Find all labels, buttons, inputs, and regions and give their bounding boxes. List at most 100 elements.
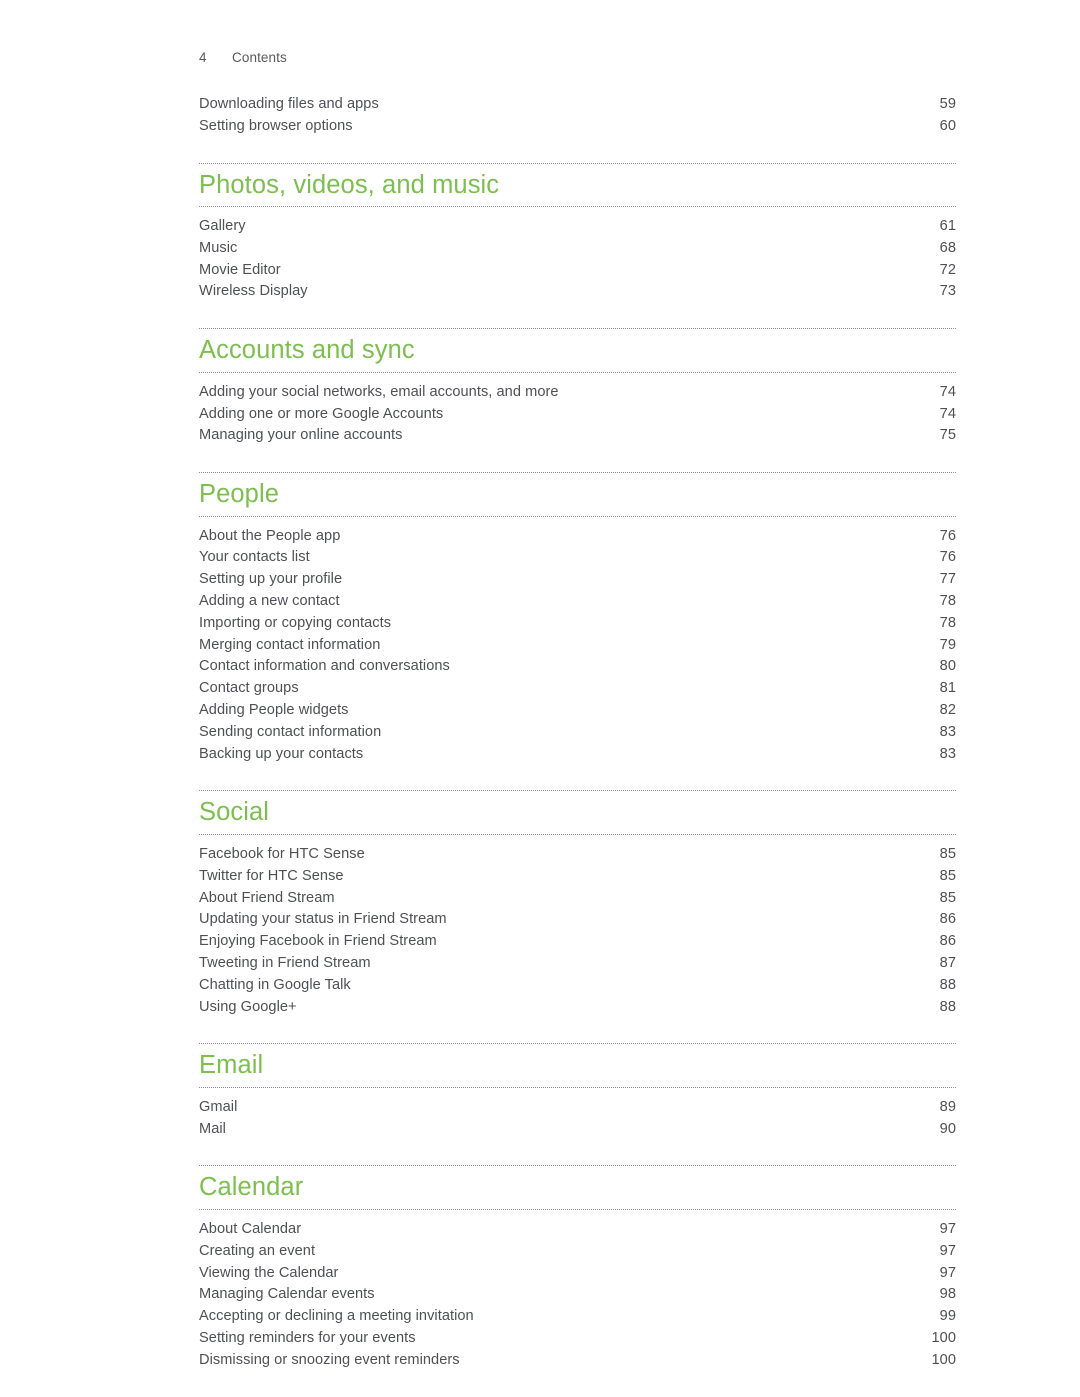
toc-entry-label: Contact groups (199, 680, 299, 697)
toc-entry[interactable]: Adding a new contact 78 (199, 591, 956, 613)
toc-entry-page-number: 85 (939, 889, 956, 906)
toc-entry-page-number: 88 (939, 998, 956, 1015)
sections-container: Photos, videos, and music Gallery 61 Music 6… (199, 162, 956, 1372)
toc-entry-page-number: 85 (939, 867, 956, 884)
section-heading[interactable]: People (199, 473, 956, 516)
toc-entry-label: Contact information and conversations (199, 658, 450, 675)
toc-entry-page-number: 73 (939, 283, 956, 300)
toc-section: Photos, videos, and music Gallery 61 Music 6… (199, 162, 956, 304)
toc-entry-label: Updating your status in Friend Stream (199, 911, 447, 928)
toc-entry-page-number: 61 (939, 218, 956, 235)
toc-entry[interactable]: Updating your status in Friend Stream 86 (199, 909, 956, 931)
toc-entry[interactable]: Chatting in Google Talk 88 (199, 975, 956, 997)
section-heading[interactable]: Calendar (199, 1166, 956, 1209)
toc-section: People About the People app 76 Your contact… (199, 472, 956, 765)
toc-entry[interactable]: Contact groups 81 (199, 678, 956, 700)
running-head-title: Contents (232, 50, 287, 65)
toc-section: Accounts and sync Adding your social netw… (199, 328, 956, 447)
toc-entry-label: Using Google+ (199, 998, 297, 1015)
toc-entry[interactable]: Twitter for HTC Sense 85 (199, 866, 956, 888)
toc-entry-label: About Calendar (199, 1220, 302, 1237)
toc-entry[interactable]: Gallery 61 (199, 216, 956, 238)
toc-entry-page-number: 78 (939, 614, 956, 631)
section-heading[interactable]: Social (199, 791, 956, 834)
toc-entry-page-number: 83 (939, 723, 956, 740)
toc-entry-label: About the People app (199, 527, 341, 544)
toc-entry[interactable]: Setting up your profile 77 (199, 569, 956, 591)
toc-entry-page-number: 77 (939, 571, 956, 588)
toc-entry-label: Gmail (199, 1098, 238, 1115)
toc-entry-label: Enjoying Facebook in Friend Stream (199, 933, 437, 950)
toc-entry[interactable]: Your contacts list 76 (199, 547, 956, 569)
toc-entry[interactable]: Accepting or declining a meeting invitat… (199, 1306, 956, 1328)
toc-entry[interactable]: Mail 90 (199, 1119, 956, 1141)
toc-entry[interactable]: Adding one or more Google Accounts 74 (199, 404, 956, 426)
section-entry-list: Gmail 89 Mail 90 (199, 1088, 956, 1141)
toc-entry-label: Movie Editor (199, 261, 281, 278)
toc-entry[interactable]: Managing Calendar events 98 (199, 1284, 956, 1306)
toc-entry-page-number: 60 (939, 117, 956, 134)
toc-entry[interactable]: Wireless Display 73 (199, 281, 956, 303)
toc-entry[interactable]: About Friend Stream 85 (199, 888, 956, 910)
section-entry-list: Adding your social networks, email accou… (199, 373, 956, 447)
toc-entry-page-number: 68 (939, 239, 956, 256)
toc-entry-page-number: 86 (939, 933, 956, 950)
toc-entry[interactable]: Enjoying Facebook in Friend Stream 86 (199, 931, 956, 953)
toc-entry-page-number: 76 (939, 549, 956, 566)
toc-entry[interactable]: Adding your social networks, email accou… (199, 382, 956, 404)
toc-entry[interactable]: Movie Editor 72 (199, 260, 956, 282)
toc-entry-page-number: 74 (939, 405, 956, 422)
section-heading[interactable]: Email (199, 1044, 956, 1087)
toc-entry[interactable]: Downloading files and apps 59 (199, 94, 956, 116)
toc-content-column: 4 Contents Downloading files and apps 59 S… (199, 0, 956, 1371)
toc-entry-page-number: 79 (939, 636, 956, 653)
toc-entry[interactable]: Sending contact information 83 (199, 722, 956, 744)
toc-entry-label: Chatting in Google Talk (199, 976, 351, 993)
toc-entry-page-number: 80 (939, 658, 956, 675)
toc-entry[interactable]: Setting browser options 60 (199, 116, 956, 138)
toc-entry-page-number: 86 (939, 911, 956, 928)
toc-entry-label: Your contacts list (199, 549, 310, 566)
toc-entry-page-number: 76 (939, 527, 956, 544)
toc-entry[interactable]: Facebook for HTC Sense 85 (199, 844, 956, 866)
toc-entry-label: Creating an event (199, 1242, 316, 1259)
running-header: 4 Contents (199, 0, 956, 65)
toc-entry-page-number: 97 (939, 1264, 956, 1281)
toc-entry-label: Managing your online accounts (199, 427, 403, 444)
toc-entry[interactable]: Backing up your contacts 83 (199, 744, 956, 766)
toc-entry-page-number: 89 (939, 1098, 956, 1115)
toc-entry-label: Dismissing or snoozing event reminders (199, 1351, 460, 1368)
toc-entry[interactable]: Music 68 (199, 238, 956, 260)
toc-entry[interactable]: Gmail 89 (199, 1097, 956, 1119)
toc-entry-label: Adding one or more Google Accounts (199, 405, 444, 422)
section-entry-list: About Calendar 97 Creating an event 97 Viewi… (199, 1210, 956, 1372)
toc-entry-label: Adding People widgets (199, 702, 349, 719)
toc-entry[interactable]: Viewing the Calendar 97 (199, 1263, 956, 1285)
toc-entry[interactable]: About Calendar 97 (199, 1219, 956, 1241)
section-entry-list: About the People app 76 Your contacts list… (199, 517, 956, 766)
section-heading[interactable]: Photos, videos, and music (199, 164, 956, 207)
toc-entry-page-number: 74 (939, 383, 956, 400)
toc-entry-page-number: 100 (931, 1351, 956, 1368)
toc-entry[interactable]: Using Google+ 88 (199, 997, 956, 1019)
toc-entry-label: Importing or copying contacts (199, 614, 392, 631)
toc-entry[interactable]: Importing or copying contacts 78 (199, 613, 956, 635)
toc-entry[interactable]: Contact information and conversations 80 (199, 656, 956, 678)
toc-entry[interactable]: Managing your online accounts 75 (199, 425, 956, 447)
toc-entry[interactable]: About the People app 76 (199, 526, 956, 548)
toc-section: Social Facebook for HTC Sense 85 Twitter fo… (199, 790, 956, 1018)
toc-entry[interactable]: Tweeting in Friend Stream 87 (199, 953, 956, 975)
toc-entry-page-number: 82 (939, 702, 956, 719)
toc-entry-page-number: 99 (939, 1308, 956, 1325)
section-heading[interactable]: Accounts and sync (199, 329, 956, 372)
toc-entry[interactable]: Dismissing or snoozing event reminders 10… (199, 1350, 956, 1372)
toc-entry-page-number: 100 (931, 1329, 956, 1346)
toc-entry[interactable]: Setting reminders for your events 100 (199, 1328, 956, 1350)
toc-entry-label: Merging contact information (199, 636, 381, 653)
toc-entry[interactable]: Adding People widgets 82 (199, 700, 956, 722)
toc-entry[interactable]: Creating an event 97 (199, 1241, 956, 1263)
lead-entry-block: Downloading files and apps 59 Setting brow… (199, 94, 956, 138)
toc-entry-page-number: 78 (939, 593, 956, 610)
toc-entry[interactable]: Merging contact information 79 (199, 635, 956, 657)
toc-entry-label: Adding a new contact (199, 593, 340, 610)
